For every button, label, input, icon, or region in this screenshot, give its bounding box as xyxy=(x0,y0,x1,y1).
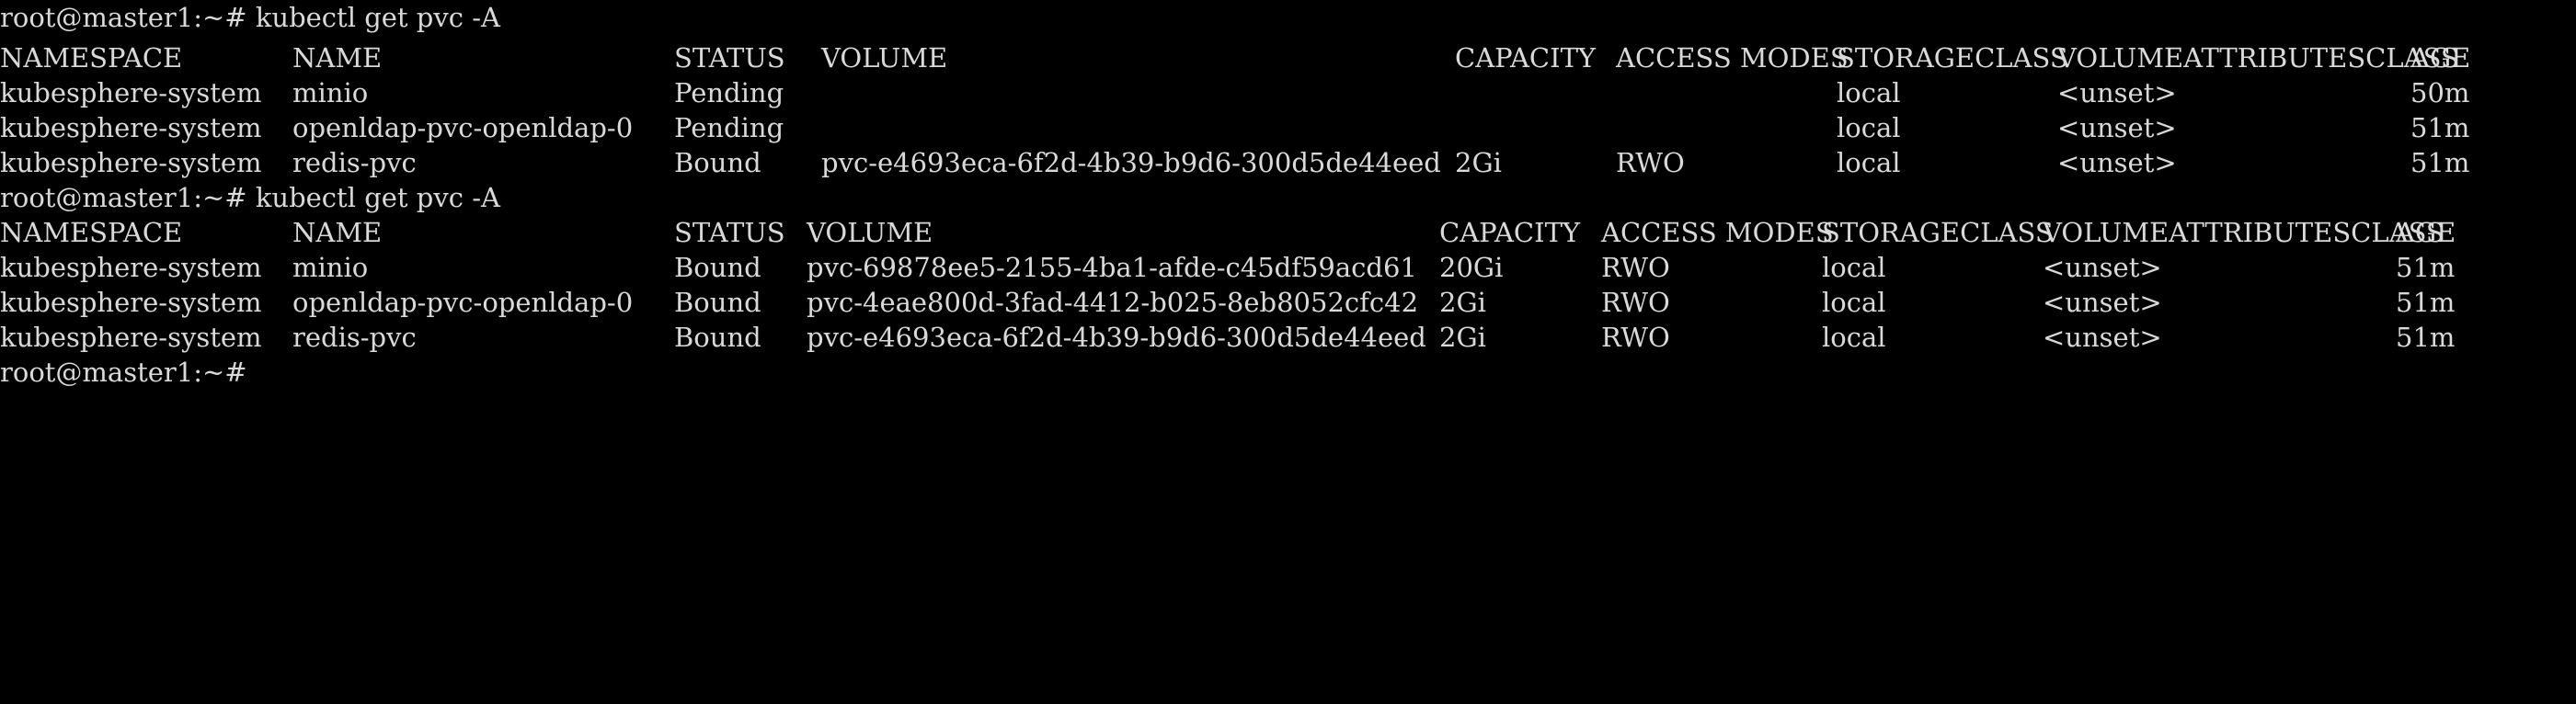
command-text: kubectl get pvc -A xyxy=(255,2,500,33)
header-volumeattributesclass: VOLUMEATTRIBUTESCLASS xyxy=(2057,42,2459,74)
header-volume: VOLUME xyxy=(807,217,933,248)
header-access-modes: ACCESS MODES xyxy=(1601,217,1834,248)
terminal-window[interactable]: root@master1:~# kubectl get pvc -A NAMES… xyxy=(0,0,2576,405)
cell-volume: pvc-69878ee5-2155-4ba1-afde-c45df59acd61 xyxy=(807,252,1417,283)
header-volume: VOLUME xyxy=(821,42,948,74)
cell-storageclass: local xyxy=(1822,287,1886,318)
cell-name: redis-pvc xyxy=(292,322,417,353)
cell-status: Bound xyxy=(674,287,761,318)
cell-capacity: 2Gi xyxy=(1455,147,1502,178)
cell-age: 51m xyxy=(2396,252,2456,283)
cell-storageclass: local xyxy=(1822,322,1886,353)
table-row: kubesphere-system minio Pending local <u… xyxy=(0,75,2469,110)
header-namespace: NAMESPACE xyxy=(0,217,183,248)
header-status: STATUS xyxy=(674,42,785,74)
table-header: NAMESPACE NAME STATUS VOLUME CAPACITY AC… xyxy=(0,215,2456,250)
cell-volumeattributesclass: <unset> xyxy=(2057,112,2177,143)
cell-volumeattributesclass: <unset> xyxy=(2057,77,2177,108)
cell-capacity: 20Gi xyxy=(1439,252,1504,283)
cell-name: openldap-pvc-openldap-0 xyxy=(292,112,634,143)
cell-volume: pvc-4eae800d-3fad-4412-b025-8eb8052cfc42 xyxy=(807,287,1419,318)
cell-storageclass: local xyxy=(1822,252,1886,283)
cell-name: openldap-pvc-openldap-0 xyxy=(292,287,634,318)
cell-capacity: 2Gi xyxy=(1439,322,1486,353)
table-header: NAMESPACE NAME STATUS VOLUME CAPACITY AC… xyxy=(0,40,2470,75)
cell-age: 51m xyxy=(2410,112,2470,143)
cell-status: Pending xyxy=(674,77,784,108)
command-text: kubectl get pvc -A xyxy=(255,182,500,213)
table-row: kubesphere-system redis-pvc Bound pvc-e4… xyxy=(0,320,2455,355)
cell-name: redis-pvc xyxy=(292,147,417,178)
cell-namespace: kubesphere-system xyxy=(0,287,262,318)
cell-name: minio xyxy=(292,77,369,108)
cell-capacity: 2Gi xyxy=(1439,287,1486,318)
cell-volumeattributesclass: <unset> xyxy=(2043,252,2162,283)
shell-prompt: root@master1:~# xyxy=(0,357,247,388)
cell-namespace: kubesphere-system xyxy=(0,147,262,178)
command-line: root@master1:~# kubectl get pvc -A xyxy=(0,0,500,35)
cell-storageclass: local xyxy=(1837,77,1901,108)
table-row: kubesphere-system openldap-pvc-openldap-… xyxy=(0,110,2469,145)
cell-age: 51m xyxy=(2410,147,2470,178)
cell-status: Pending xyxy=(674,112,784,143)
header-volumeattributesclass: VOLUMEATTRIBUTESCLASS xyxy=(2043,217,2444,248)
cell-volume: pvc-e4693eca-6f2d-4b39-b9d6-300d5de44eed xyxy=(807,322,1426,353)
cell-status: Bound xyxy=(674,252,761,283)
header-name: NAME xyxy=(292,42,383,74)
cell-namespace: kubesphere-system xyxy=(0,112,262,143)
command-line[interactable]: root@master1:~# xyxy=(0,355,264,390)
header-capacity: CAPACITY xyxy=(1455,42,1597,74)
cell-age: 51m xyxy=(2396,287,2456,318)
header-storageclass: STORAGECLASS xyxy=(1822,217,2054,248)
cell-status: Bound xyxy=(674,322,761,353)
header-status: STATUS xyxy=(674,217,785,248)
cell-access-modes: RWO xyxy=(1601,252,1670,283)
cell-age: 51m xyxy=(2396,322,2456,353)
cell-volumeattributesclass: <unset> xyxy=(2043,287,2162,318)
table-row: kubesphere-system minio Bound pvc-69878e… xyxy=(0,250,2455,285)
cell-access-modes: RWO xyxy=(1601,322,1670,353)
cell-name: minio xyxy=(292,252,369,283)
cell-status: Bound xyxy=(674,147,761,178)
header-capacity: CAPACITY xyxy=(1439,217,1581,248)
cell-access-modes: RWO xyxy=(1616,147,1685,178)
header-age: AGE xyxy=(2410,42,2471,74)
cell-storageclass: local xyxy=(1837,112,1901,143)
shell-prompt: root@master1:~# xyxy=(0,2,247,33)
cell-namespace: kubesphere-system xyxy=(0,322,262,353)
header-age: AGE xyxy=(2396,217,2456,248)
table-row: kubesphere-system openldap-pvc-openldap-… xyxy=(0,285,2455,320)
shell-prompt: root@master1:~# xyxy=(0,182,247,213)
header-namespace: NAMESPACE xyxy=(0,42,183,74)
command-line: root@master1:~# kubectl get pvc -A xyxy=(0,180,500,215)
cell-namespace: kubesphere-system xyxy=(0,252,262,283)
cell-volume: pvc-e4693eca-6f2d-4b39-b9d6-300d5de44eed xyxy=(821,147,1441,178)
cell-volumeattributesclass: <unset> xyxy=(2043,322,2162,353)
header-name: NAME xyxy=(292,217,383,248)
cell-access-modes: RWO xyxy=(1601,287,1670,318)
table-row: kubesphere-system redis-pvc Bound pvc-e4… xyxy=(0,145,2469,180)
cell-storageclass: local xyxy=(1837,147,1901,178)
cell-age: 50m xyxy=(2410,77,2470,108)
cell-namespace: kubesphere-system xyxy=(0,77,262,108)
header-storageclass: STORAGECLASS xyxy=(1837,42,2068,74)
cell-volumeattributesclass: <unset> xyxy=(2057,147,2177,178)
header-access-modes: ACCESS MODES xyxy=(1616,42,1849,74)
